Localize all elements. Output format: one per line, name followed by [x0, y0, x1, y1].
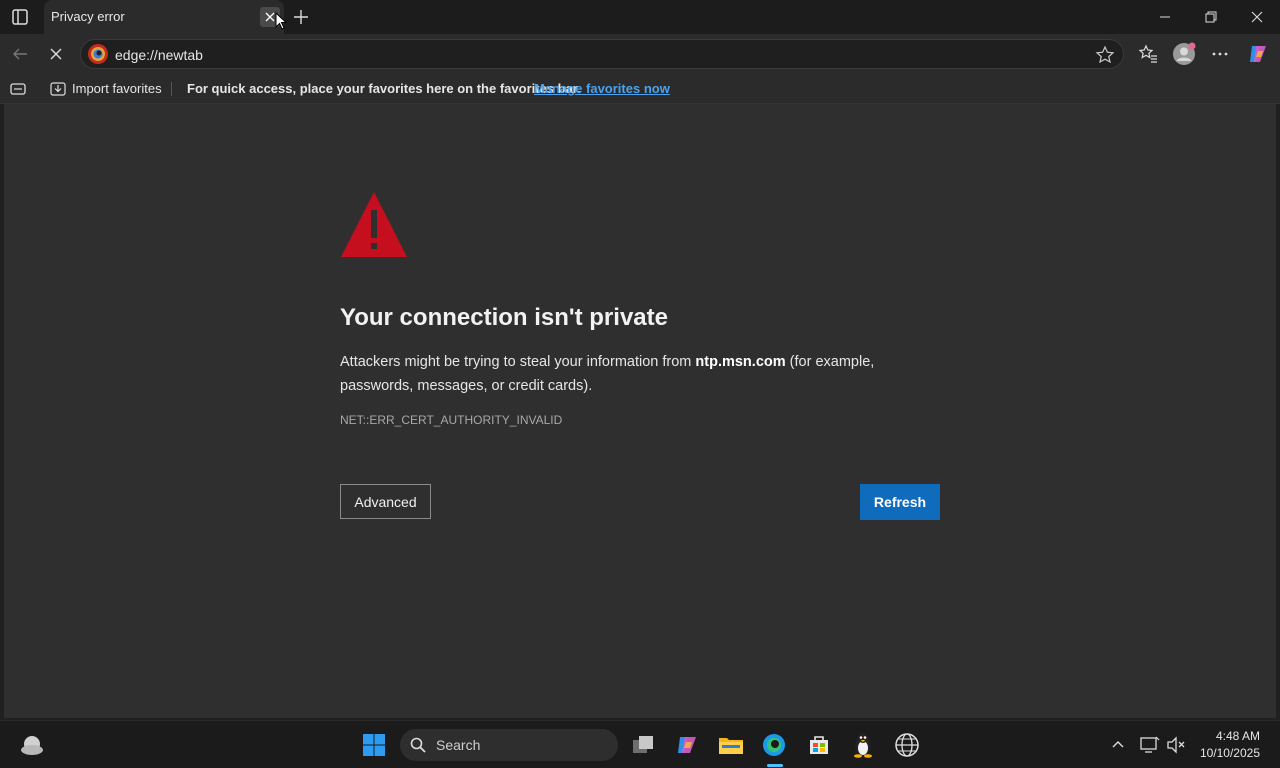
error-page: Your connection isn't private Attackers …	[4, 104, 1276, 718]
new-tab-button[interactable]	[290, 6, 312, 28]
error-host: ntp.msn.com	[695, 354, 786, 370]
edge-logo-icon	[87, 43, 109, 65]
edge-browser-icon[interactable]	[758, 729, 790, 761]
minimize-button[interactable]	[1142, 0, 1188, 34]
restore-icon	[1205, 11, 1217, 23]
refresh-button[interactable]: Refresh	[860, 484, 940, 520]
active-app-indicator	[767, 764, 783, 767]
task-view-icon[interactable]	[627, 729, 659, 761]
profile-avatar-icon	[1173, 42, 1196, 65]
tab-title: Privacy error	[51, 9, 125, 24]
favorites-star-list-icon	[1138, 44, 1157, 63]
tab-actions-icon[interactable]	[11, 8, 29, 26]
add-favorite-star-icon[interactable]	[1095, 45, 1115, 65]
favorites-button[interactable]	[1136, 42, 1160, 66]
back-arrow-icon	[13, 48, 27, 60]
taskbar: Search 4:48 AM 10/10/2025	[0, 720, 1280, 768]
import-favorites-icon[interactable]	[49, 80, 67, 98]
favorites-bar: Import favorites For quick access, place…	[0, 74, 1280, 104]
title-bar: Privacy error	[0, 0, 1280, 34]
close-window-button[interactable]	[1234, 0, 1280, 34]
globe-app-icon[interactable]	[891, 729, 923, 761]
error-code: NET::ERR_CERT_AUTHORITY_INVALID	[340, 413, 563, 427]
stop-icon	[50, 48, 62, 60]
error-description: Attackers might be trying to steal your …	[340, 350, 940, 398]
profile-button[interactable]	[1172, 42, 1196, 66]
close-icon	[1251, 11, 1263, 23]
manage-favorites-link[interactable]: Manage favorites now	[534, 81, 670, 96]
weather-widget-icon[interactable]	[16, 729, 48, 761]
plus-icon	[294, 10, 308, 24]
restore-button[interactable]	[1188, 0, 1234, 34]
more-dots-icon	[1212, 52, 1228, 56]
linux-penguin-icon[interactable]	[847, 729, 879, 761]
address-bar[interactable]: edge://newtab	[80, 39, 1124, 69]
copilot-button[interactable]	[1246, 42, 1270, 66]
settings-more-button[interactable]	[1208, 42, 1232, 66]
microsoft-store-icon[interactable]	[803, 729, 835, 761]
show-hidden-icons-chevron-icon[interactable]	[1102, 729, 1134, 761]
import-favorites-button[interactable]: Import favorites	[72, 81, 162, 96]
windows-logo-icon	[363, 734, 385, 756]
desc-prefix: Attackers might be trying to steal your …	[340, 354, 696, 370]
back-button[interactable]	[8, 42, 32, 66]
error-heading: Your connection isn't private	[340, 304, 668, 331]
search-label: Search	[436, 737, 481, 753]
warning-triangle-icon	[340, 190, 408, 263]
close-icon	[265, 12, 275, 22]
mouse-cursor-icon	[275, 11, 288, 35]
copilot-app-icon[interactable]	[671, 729, 703, 761]
browser-toolbar: edge://newtab	[0, 34, 1280, 74]
favorites-hint-text: For quick access, place your favorites h…	[187, 81, 581, 96]
minimize-icon	[1160, 16, 1170, 18]
file-explorer-icon[interactable]	[715, 729, 747, 761]
favorites-divider	[171, 82, 172, 96]
search-icon	[410, 737, 426, 758]
taskbar-search[interactable]: Search	[400, 729, 618, 761]
tab-privacy-error[interactable]: Privacy error	[44, 0, 284, 34]
advanced-button[interactable]: Advanced	[340, 484, 431, 519]
copilot-icon	[1250, 46, 1266, 62]
stop-loading-button[interactable]	[44, 42, 68, 66]
clock-time[interactable]: 4:48 AM	[1216, 729, 1260, 743]
url-text: edge://newtab	[115, 47, 203, 63]
start-button[interactable]	[358, 729, 390, 761]
clock-date[interactable]: 10/10/2025	[1200, 746, 1260, 760]
sidebar-toggle-icon[interactable]	[9, 81, 27, 97]
volume-muted-icon[interactable]	[1160, 729, 1192, 761]
